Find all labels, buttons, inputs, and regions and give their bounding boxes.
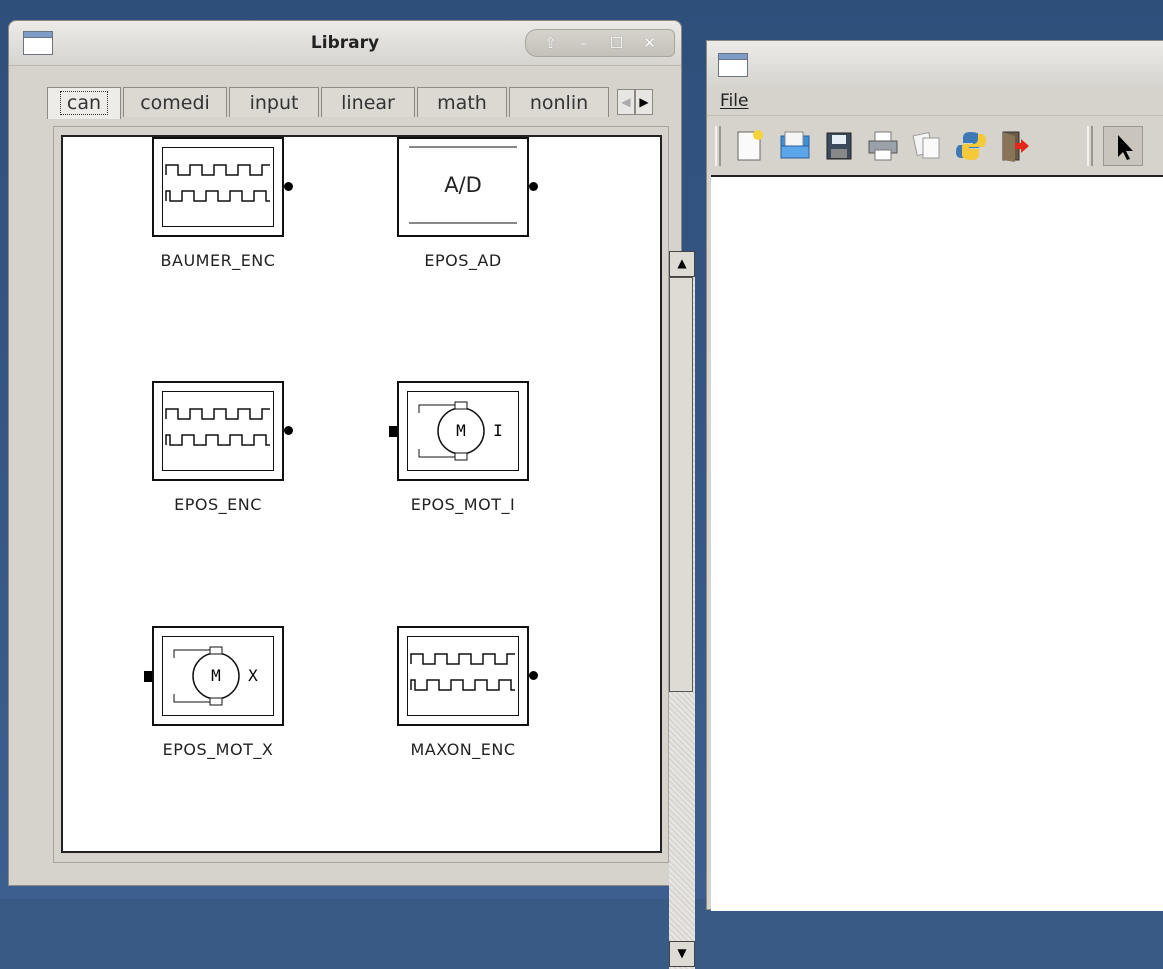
motor-letter: M [456, 421, 466, 440]
tab-input[interactable]: input [229, 87, 319, 117]
output-port[interactable] [284, 182, 293, 191]
mode-letter: X [248, 666, 258, 685]
library-window: Library ⇧ – ☐ ✕ can comedi input linear … [8, 20, 695, 969]
copy-icon[interactable] [907, 126, 947, 166]
block-epos-mot-x[interactable]: M X [144, 626, 284, 726]
library-titlebar[interactable]: Library ⇧ – ☐ ✕ [9, 21, 681, 66]
scroll-up-icon[interactable]: ▲ [669, 251, 695, 277]
tab-scroll-left-icon[interactable]: ◀ [617, 89, 635, 115]
toolbar [707, 115, 1163, 172]
mode-letter: I [493, 421, 503, 440]
exit-icon[interactable] [995, 126, 1035, 166]
block-label: BAUMER_ENC [160, 251, 276, 270]
ad-text: A/D [444, 173, 482, 197]
tab-comedi[interactable]: comedi [123, 87, 227, 117]
open-file-icon[interactable] [775, 126, 815, 166]
block-label: EPOS_AD [424, 251, 502, 270]
toolbar-grip[interactable] [1087, 126, 1093, 166]
tab-linear[interactable]: linear [321, 87, 415, 117]
block-maxon-enc[interactable] [397, 626, 538, 726]
output-port[interactable] [529, 671, 538, 680]
editor-titlebar[interactable] [707, 41, 1163, 87]
menu-file-label: File [720, 91, 749, 111]
print-icon[interactable] [863, 126, 903, 166]
tab-scroll-right-icon[interactable]: ▶ [635, 89, 653, 115]
pointer-icon[interactable] [1103, 126, 1143, 166]
block-epos-ad[interactable]: A/D [397, 137, 538, 237]
encoder-icon [410, 653, 515, 691]
editor-window: File [706, 40, 1163, 911]
output-port[interactable] [284, 426, 293, 435]
editor-canvas[interactable] [711, 175, 1163, 911]
minimize-button[interactable]: – [573, 32, 595, 54]
block-library-canvas[interactable]: BAUMER_ENC A/D EPOS_AD EPOS_ENC M I EPOS… [61, 135, 695, 969]
window-controls: ⇧ – ☐ ✕ [525, 29, 675, 57]
input-port[interactable] [144, 671, 152, 682]
shade-button[interactable]: ⇧ [540, 32, 562, 54]
menubar: File [707, 87, 1163, 113]
maximize-button[interactable]: ☐ [606, 32, 628, 54]
toolbar-grip[interactable] [715, 126, 721, 166]
window-icon [718, 53, 748, 77]
block-baumer-enc[interactable] [152, 137, 293, 237]
menu-file[interactable]: File [720, 91, 748, 111]
tab-can[interactable]: can [47, 87, 121, 119]
close-button[interactable]: ✕ [639, 32, 661, 54]
vertical-scrollbar[interactable]: ▲ ▼ [669, 251, 695, 969]
save-icon[interactable] [819, 126, 859, 166]
encoder-icon [165, 408, 270, 446]
scroll-down-icon[interactable]: ▼ [669, 941, 695, 967]
scrollbar-thumb[interactable] [669, 277, 693, 692]
tab-nonlin[interactable]: nonlin [509, 87, 609, 117]
tab-label: can [59, 91, 109, 115]
tab-math[interactable]: math [417, 87, 507, 117]
block-label: EPOS_ENC [174, 495, 262, 514]
block-label: EPOS_MOT_I [410, 495, 516, 514]
block-label: MAXON_ENC [410, 740, 516, 759]
block-epos-enc[interactable] [152, 381, 293, 481]
output-port[interactable] [529, 182, 538, 191]
new-file-icon[interactable] [729, 126, 769, 166]
encoder-icon [165, 164, 270, 202]
library-tabbar: can comedi input linear math nonlin ◀ ▶ [47, 87, 675, 119]
python-icon[interactable] [951, 126, 991, 166]
input-port[interactable] [389, 426, 397, 437]
motor-letter: M [211, 666, 221, 685]
block-label: EPOS_MOT_X [162, 740, 274, 759]
block-epos-mot-i[interactable]: M I [389, 381, 529, 481]
